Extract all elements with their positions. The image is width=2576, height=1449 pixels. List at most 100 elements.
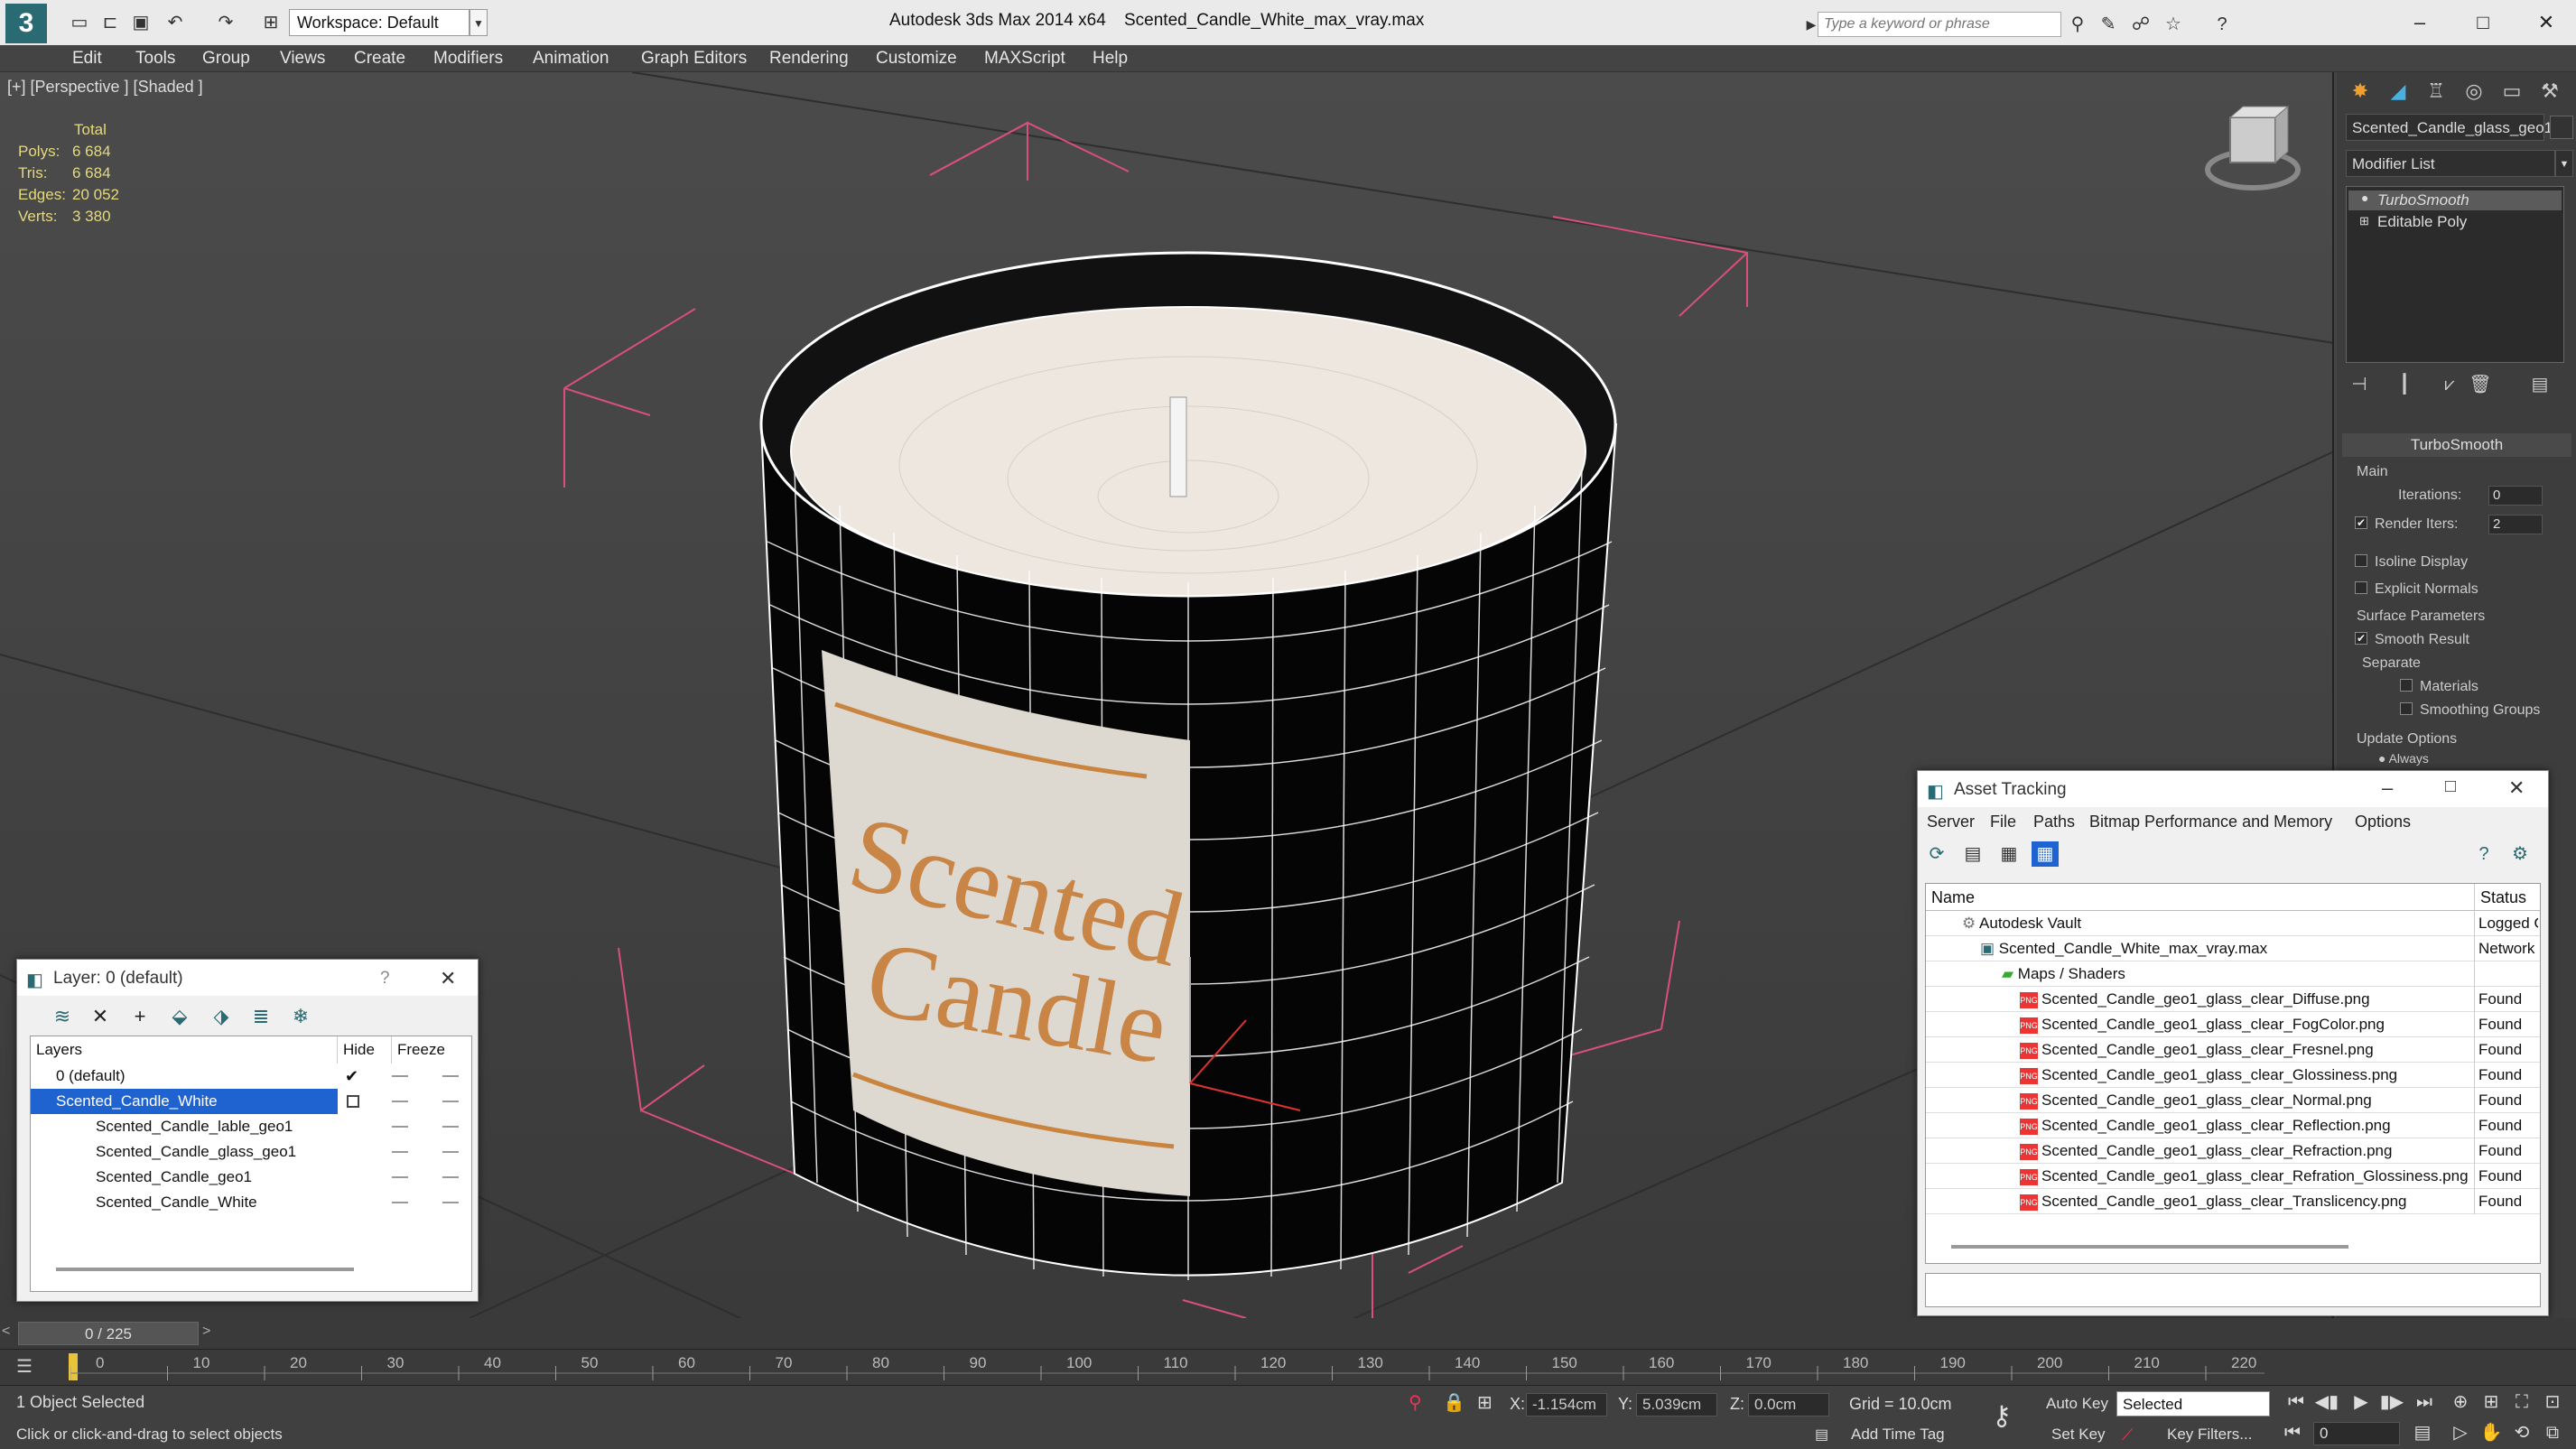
table-row[interactable]: PNG Scented_Candle_geo1_glass_clear_Refra…: [1926, 1164, 2540, 1189]
menu-graph-editors[interactable]: Graph Editors: [641, 49, 747, 69]
subscription-icon[interactable]: ✎: [2097, 13, 2120, 36]
zoom-extents-icon[interactable]: ⛶: [2508, 1389, 2535, 1415]
minimize-button[interactable]: –: [2393, 7, 2447, 38]
col-freeze[interactable]: Freeze: [392, 1036, 470, 1064]
table-row[interactable]: PNG Scented_Candle_geo1_glass_clear_Refle…: [1926, 1113, 2540, 1138]
smooth-result-checkbox[interactable]: ✔: [2355, 632, 2367, 645]
render-iters-spinner[interactable]: 2: [2488, 515, 2543, 534]
delete-layer-icon[interactable]: ✕: [86, 1004, 115, 1029]
menu-help[interactable]: Help: [1093, 49, 1128, 69]
modify-tab-icon[interactable]: ◢: [2382, 78, 2414, 105]
z-coord-field[interactable]: 0.0cm: [1748, 1393, 1829, 1416]
help-button[interactable]: ?: [380, 969, 390, 989]
search-input[interactable]: [1818, 12, 2061, 37]
utilities-tab-icon[interactable]: ⚒: [2534, 78, 2566, 105]
zoom-all-icon[interactable]: ⊞: [2478, 1389, 2505, 1415]
layer-row[interactable]: Scented_Candle_lable_geo1: [31, 1114, 471, 1139]
explicit-normals-checkbox[interactable]: [2355, 581, 2367, 594]
col-hide[interactable]: Hide: [338, 1036, 392, 1064]
absolute-mode-icon[interactable]: ⊞: [1477, 1391, 1493, 1414]
add-time-tag-icon[interactable]: ▤: [1815, 1426, 1828, 1444]
iterations-spinner[interactable]: 0: [2488, 486, 2543, 506]
redo-icon[interactable]: ↷: [213, 11, 238, 34]
detail-view-icon[interactable]: ▦: [1995, 841, 2023, 867]
chevron-down-icon[interactable]: ▼: [470, 9, 488, 36]
viewcube-icon[interactable]: [2205, 105, 2301, 190]
time-slider[interactable]: 0 / 225: [18, 1322, 199, 1345]
save-file-icon[interactable]: ▣: [128, 11, 153, 34]
table-row[interactable]: ▰ Maps / Shaders: [1926, 961, 2540, 987]
binoculars-icon[interactable]: ⚲: [2066, 13, 2089, 36]
previous-frame-icon[interactable]: ◀▮: [2313, 1389, 2340, 1415]
table-row[interactable]: PNG Scented_Candle_geo1_glass_clear_Gloss…: [1926, 1063, 2540, 1088]
key-mode-icon[interactable]: ⏮: [2279, 1420, 2306, 1445]
favorites-icon[interactable]: ☆: [2162, 13, 2185, 36]
auto-key-button[interactable]: Auto Key: [2046, 1395, 2108, 1413]
close-button[interactable]: ✕: [440, 967, 456, 990]
expand-plus-icon[interactable]: ⊞: [2359, 214, 2369, 228]
set-current-icon[interactable]: [347, 1095, 359, 1108]
menu-tools[interactable]: Tools: [135, 49, 175, 69]
lock-selection-icon[interactable]: 🔒: [1443, 1391, 1465, 1414]
go-to-end-icon[interactable]: ⏭: [2411, 1389, 2438, 1415]
maximize-viewport-icon[interactable]: ⧉: [2539, 1420, 2566, 1445]
render-iters-checkbox[interactable]: ✔: [2355, 516, 2367, 529]
menu-group[interactable]: Group: [202, 49, 250, 69]
layer-row[interactable]: Scented_Candle_White: [31, 1089, 471, 1114]
table-row[interactable]: PNG Scented_Candle_geo1_glass_clear_Fresn…: [1926, 1037, 2540, 1063]
table-row[interactable]: PNG Scented_Candle_geo1_glass_clear_Norma…: [1926, 1088, 2540, 1113]
workspace-select[interactable]: Workspace: Default: [289, 9, 470, 36]
minimize-button[interactable]: –: [2382, 776, 2393, 800]
x-coord-field[interactable]: -1.154cm: [1526, 1393, 1607, 1416]
refresh-icon[interactable]: ⟳: [1923, 841, 1950, 867]
layer-row[interactable]: Scented_Candle_glass_geo1: [31, 1139, 471, 1165]
set-key-icon[interactable]: ⟋: [2122, 1426, 2134, 1444]
freeze-all-icon[interactable]: ❄: [286, 1004, 315, 1029]
help-icon[interactable]: ?: [2210, 13, 2234, 36]
col-name[interactable]: Name: [1926, 884, 2475, 911]
set-key-button[interactable]: Set Key: [2051, 1426, 2106, 1444]
smoothing-groups-checkbox[interactable]: [2400, 702, 2413, 715]
pin-stack-icon[interactable]: ⊣: [2346, 372, 2373, 397]
pan-icon[interactable]: ✋: [2478, 1420, 2505, 1445]
layer-settings-icon[interactable]: ≋: [48, 1004, 77, 1029]
isolate-icon[interactable]: ⚲: [1409, 1391, 1422, 1414]
menu-create[interactable]: Create: [354, 49, 405, 69]
materials-checkbox[interactable]: [2400, 679, 2413, 692]
maximize-button[interactable]: □: [2445, 776, 2456, 797]
play-icon[interactable]: ▶: [2348, 1389, 2375, 1415]
list-view-icon[interactable]: ▤: [1959, 841, 1986, 867]
select-in-layer-icon[interactable]: ⬙: [165, 1004, 194, 1029]
display-tab-icon[interactable]: ▭: [2496, 78, 2528, 105]
stack-item-editable-poly[interactable]: Editable Poly: [2348, 212, 2562, 232]
modifier-list-select[interactable]: Modifier List: [2346, 150, 2555, 177]
object-name-field[interactable]: Scented_Candle_glass_geo1: [2346, 114, 2553, 141]
table-row[interactable]: ⚙ Autodesk Vault Logged Out: [1926, 911, 2540, 936]
asset-menu-bitmap[interactable]: Bitmap Performance and Memory: [2089, 813, 2332, 831]
add-layer-icon[interactable]: +: [126, 1004, 154, 1029]
open-file-icon[interactable]: ⊏: [98, 11, 123, 34]
time-next-icon[interactable]: >: [202, 1324, 210, 1340]
track-bar[interactable]: ☰ 0 10 20 30 40 50 60 70 80 90 100 110 120 130 140 150 1…: [0, 1349, 2576, 1385]
table-row[interactable]: PNG Scented_Candle_geo1_glass_clear_Refra…: [1926, 1138, 2540, 1164]
current-frame-field[interactable]: 0: [2313, 1422, 2400, 1445]
table-row[interactable]: PNG Scented_Candle_geo1_glass_clear_Diffu…: [1926, 987, 2540, 1012]
make-unique-icon[interactable]: ⩗: [2436, 372, 2463, 397]
table-row[interactable]: PNG Scented_Candle_geo1_glass_clear_FogCo…: [1926, 1012, 2540, 1037]
menu-maxscript[interactable]: MAXScript: [984, 49, 1065, 69]
horizontal-scrollbar[interactable]: [56, 1268, 354, 1271]
hierarchy-tab-icon[interactable]: ♖: [2420, 78, 2452, 105]
menu-modifiers[interactable]: Modifiers: [433, 49, 503, 69]
communication-icon[interactable]: ☍: [2129, 13, 2153, 36]
key-filters-button[interactable]: Key Filters...: [2167, 1426, 2252, 1444]
key-icon[interactable]: ⚷: [1992, 1400, 2012, 1432]
go-to-start-icon[interactable]: ⏮: [2283, 1389, 2310, 1415]
active-layer-check-icon[interactable]: ✔: [345, 1064, 358, 1089]
close-button[interactable]: ✕: [2519, 7, 2573, 38]
layer-row[interactable]: 0 (default) ✔: [31, 1064, 471, 1089]
next-frame-icon[interactable]: ▮▶: [2378, 1389, 2405, 1415]
time-prev-icon[interactable]: <: [2, 1324, 10, 1340]
close-button[interactable]: ✕: [2508, 776, 2525, 800]
asset-menu-options[interactable]: Options: [2355, 813, 2411, 831]
key-mode-select[interactable]: Selected: [2116, 1391, 2270, 1416]
